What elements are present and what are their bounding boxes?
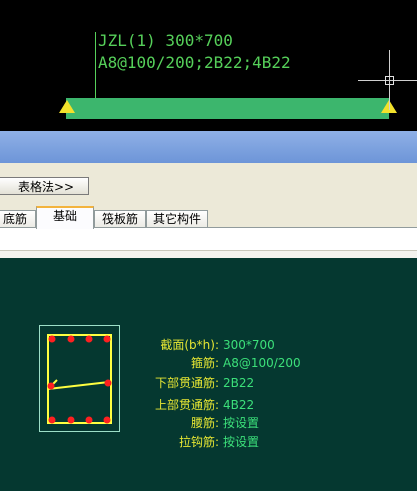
tab-other-components[interactable]: 其它构件 xyxy=(146,210,208,227)
left-support-icon xyxy=(59,100,75,113)
dialog-title-bar[interactable] xyxy=(0,131,417,163)
tie-bar xyxy=(47,381,110,390)
tab-foundation[interactable]: 基础 xyxy=(36,206,94,229)
bottom-rebar xyxy=(103,416,111,424)
top-rebar-label: 上部贯通筋: xyxy=(154,398,219,412)
bottom-rebar xyxy=(85,416,93,424)
beam-label-name: JZL(1) 300*700 xyxy=(98,31,233,50)
waist-rebar-value: 按设置 xyxy=(223,416,260,430)
bottom-rebar-value: 2B22 xyxy=(223,376,255,390)
tab-bottom-rebar[interactable]: 底筋 xyxy=(0,210,36,227)
cursor-pickbox-icon xyxy=(385,76,394,85)
stirrup-value: A8@100/200 xyxy=(223,356,301,370)
stirrup-label: 箍筋: xyxy=(190,356,219,370)
top-rebar-value: 4B22 xyxy=(223,398,255,412)
side-rebar xyxy=(104,379,112,387)
top-rebar xyxy=(85,335,93,343)
table-method-button[interactable]: 表格法>> xyxy=(0,177,89,195)
stirrup-outline xyxy=(47,334,112,424)
side-rebar xyxy=(47,382,55,390)
top-rebar xyxy=(103,335,111,343)
beam-leader-line xyxy=(95,32,96,98)
tie-rebar-label: 拉钩筋: xyxy=(178,435,219,449)
bottom-rebar xyxy=(48,416,56,424)
section-size-value: 300*700 xyxy=(223,338,275,352)
top-rebar xyxy=(48,335,56,343)
section-size-label: 截面(b*h): xyxy=(160,338,219,352)
beam-element[interactable] xyxy=(66,98,389,119)
beam-label-rebar: A8@100/200;2B22;4B22 xyxy=(98,53,291,72)
bottom-rebar xyxy=(67,416,75,424)
waist-rebar-label: 腰筋: xyxy=(190,416,219,430)
top-rebar xyxy=(67,335,75,343)
beam-section-drawing xyxy=(47,334,112,424)
tab-raft-rebar[interactable]: 筏板筋 xyxy=(94,210,146,227)
tie-rebar-value: 按设置 xyxy=(223,435,260,449)
bottom-rebar-label: 下部贯通筋: xyxy=(154,376,219,390)
